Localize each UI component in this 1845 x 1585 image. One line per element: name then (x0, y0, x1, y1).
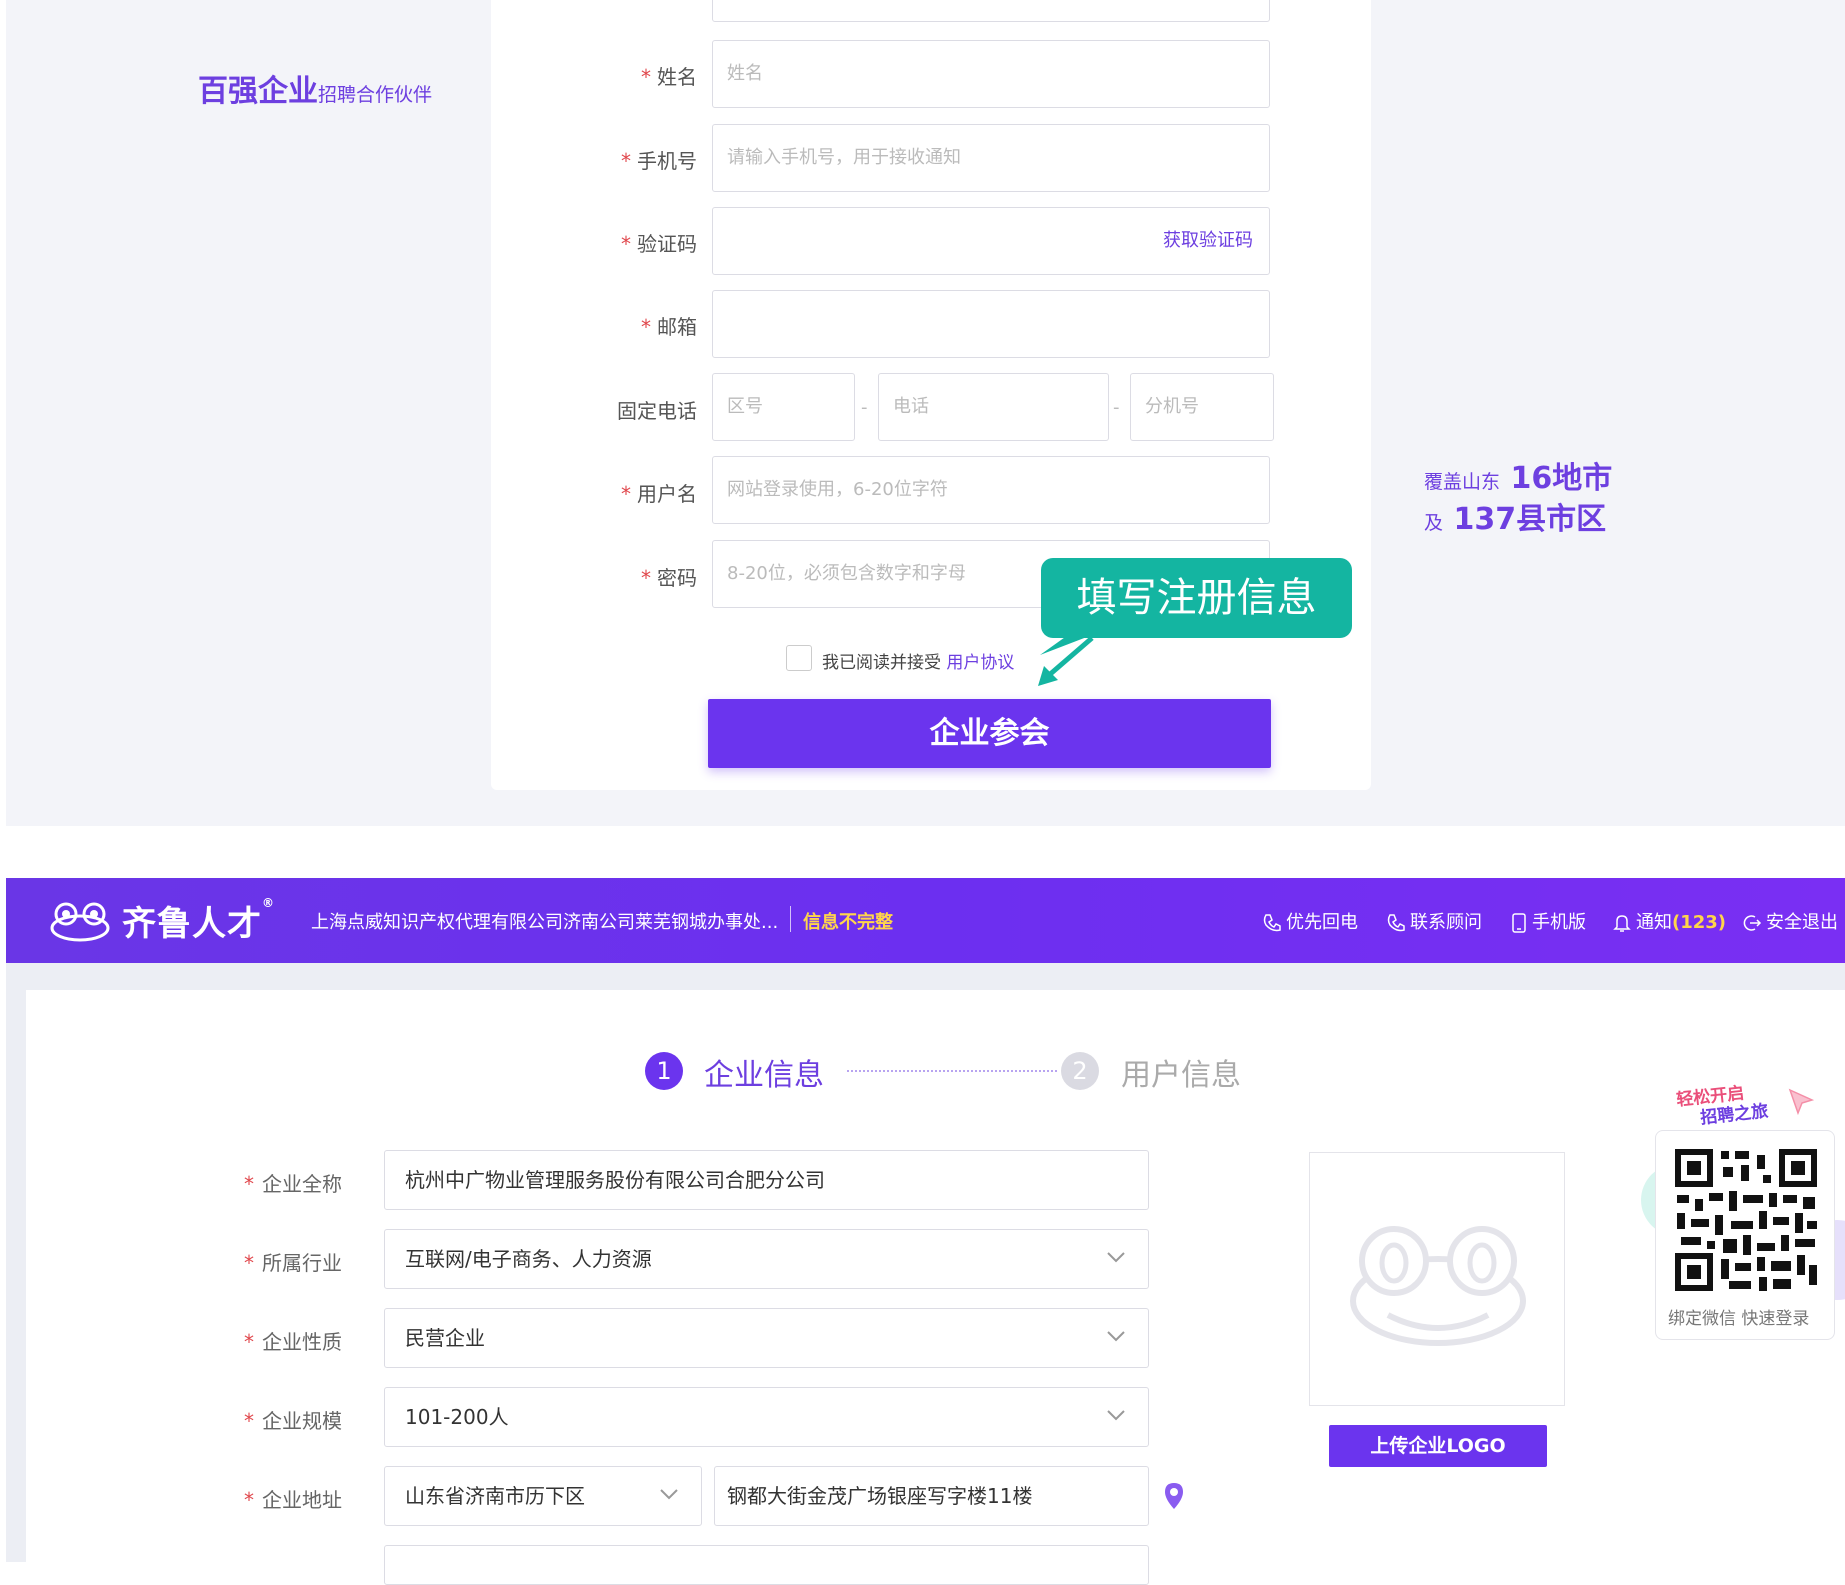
company-type-label: * 企业性质 (244, 1330, 342, 1354)
chevron-down-icon (1107, 1331, 1125, 1342)
landline-number-input[interactable]: 电话 (878, 373, 1109, 441)
mobile-icon (1512, 913, 1526, 933)
frog-logo-icon (50, 902, 110, 942)
step-2-badge: 2 (1061, 1052, 1099, 1090)
street-address-input[interactable]: 钢都大街金茂广场银座写字楼11楼 (714, 1466, 1149, 1526)
step-1-label: 企业信息 (704, 1058, 824, 1093)
address-label: * 企业地址 (244, 1488, 342, 1512)
location-pin-icon[interactable] (1163, 1482, 1185, 1510)
brand-name[interactable]: 齐鲁人才® (122, 896, 275, 945)
password-label: * 密码 (641, 566, 697, 590)
industry-label: * 所属行业 (244, 1251, 342, 1275)
email-label: * 邮箱 (641, 315, 697, 339)
bell-icon (1613, 915, 1631, 932)
get-code-button[interactable]: 获取验证码 (1163, 208, 1253, 274)
landline-label: 固定电话 (617, 399, 697, 423)
logout-icon (1743, 915, 1762, 931)
step-2-label: 用户信息 (1121, 1058, 1241, 1093)
name-label: * 姓名 (641, 65, 697, 89)
code-input[interactable]: 获取验证码 (712, 207, 1270, 275)
username-input[interactable]: 网站登录使用，6-20位字符 (712, 456, 1270, 524)
annotation-callout: 填写注册信息 (1041, 558, 1352, 638)
nav-logout[interactable]: 安全退出 (1742, 908, 1838, 934)
qr-caption: 绑定微信 快速登录 (1668, 1309, 1810, 1329)
logo-preview[interactable] (1309, 1152, 1565, 1406)
qr-code-icon[interactable] (1673, 1147, 1819, 1293)
step-1-badge: 1 (645, 1052, 683, 1090)
submit-button[interactable]: 企业参会 (708, 699, 1271, 768)
chevron-down-icon (1107, 1410, 1125, 1421)
agree-checkbox[interactable] (786, 645, 812, 671)
dash-separator: - (1113, 397, 1120, 418)
dash-separator: - (861, 397, 868, 418)
phone-icon (1387, 914, 1405, 932)
nav-mobile[interactable]: 手机版 (1510, 908, 1586, 934)
cursor-arrow-icon (1788, 1088, 1815, 1116)
promo-right: 覆盖山东 16地市 及 137县市区 (1424, 461, 1613, 537)
company-size-label: * 企业规模 (244, 1409, 342, 1433)
company-size-select[interactable]: 101-200人 (384, 1387, 1149, 1447)
company-name-input[interactable]: 杭州中广物业管理服务股份有限公司合肥分公司 (384, 1150, 1149, 1210)
phone-input[interactable]: 请输入手机号，用于接收通知 (712, 124, 1270, 192)
company-name: 上海点威知识产权代理有限公司济南公司莱芜钢城办事处... (311, 912, 779, 933)
top-navbar: 齐鲁人才® 上海点威知识产权代理有限公司济南公司莱芜钢城办事处... 信息不完整… (6, 878, 1845, 963)
phone-icon (1263, 914, 1281, 932)
step-connector (847, 1070, 1057, 1072)
area-code-input[interactable]: 区号 (712, 373, 855, 441)
chevron-down-icon (660, 1489, 678, 1500)
company-type-select[interactable]: 民营企业 (384, 1308, 1149, 1368)
region-select[interactable]: 山东省济南市历下区 (384, 1466, 702, 1526)
agree-text: 我已阅读并接受 用户协议 (822, 653, 1015, 673)
industry-select[interactable]: 互联网/电子商务、人力资源 (384, 1229, 1149, 1289)
callout-arrow-icon (1038, 635, 1094, 686)
user-agreement-link[interactable]: 用户协议 (946, 653, 1014, 673)
name-input[interactable]: 姓名 (712, 40, 1270, 108)
profile-status[interactable]: 信息不完整 (803, 908, 893, 934)
username-label: * 用户名 (621, 482, 697, 506)
extension-input[interactable]: 分机号 (1130, 373, 1274, 441)
divider (790, 906, 791, 932)
frog-placeholder-icon (1350, 1226, 1526, 1346)
nav-priority-callback[interactable]: 优先回电 (1262, 908, 1358, 934)
nav-notifications[interactable]: 通知(123) (1612, 908, 1726, 934)
chevron-down-icon (1107, 1252, 1125, 1263)
partial-field[interactable] (384, 1545, 1149, 1585)
company-name-label: * 企业全称 (244, 1172, 342, 1196)
email-input[interactable] (712, 290, 1270, 358)
upload-logo-button[interactable]: 上传企业LOGO (1329, 1425, 1547, 1467)
phone-label: * 手机号 (621, 149, 697, 173)
promo-left: 百强企业招聘合作伙伴 (198, 74, 433, 109)
partial-input[interactable] (712, 0, 1270, 22)
code-label: * 验证码 (621, 232, 697, 256)
nav-contact-advisor[interactable]: 联系顾问 (1386, 908, 1482, 934)
